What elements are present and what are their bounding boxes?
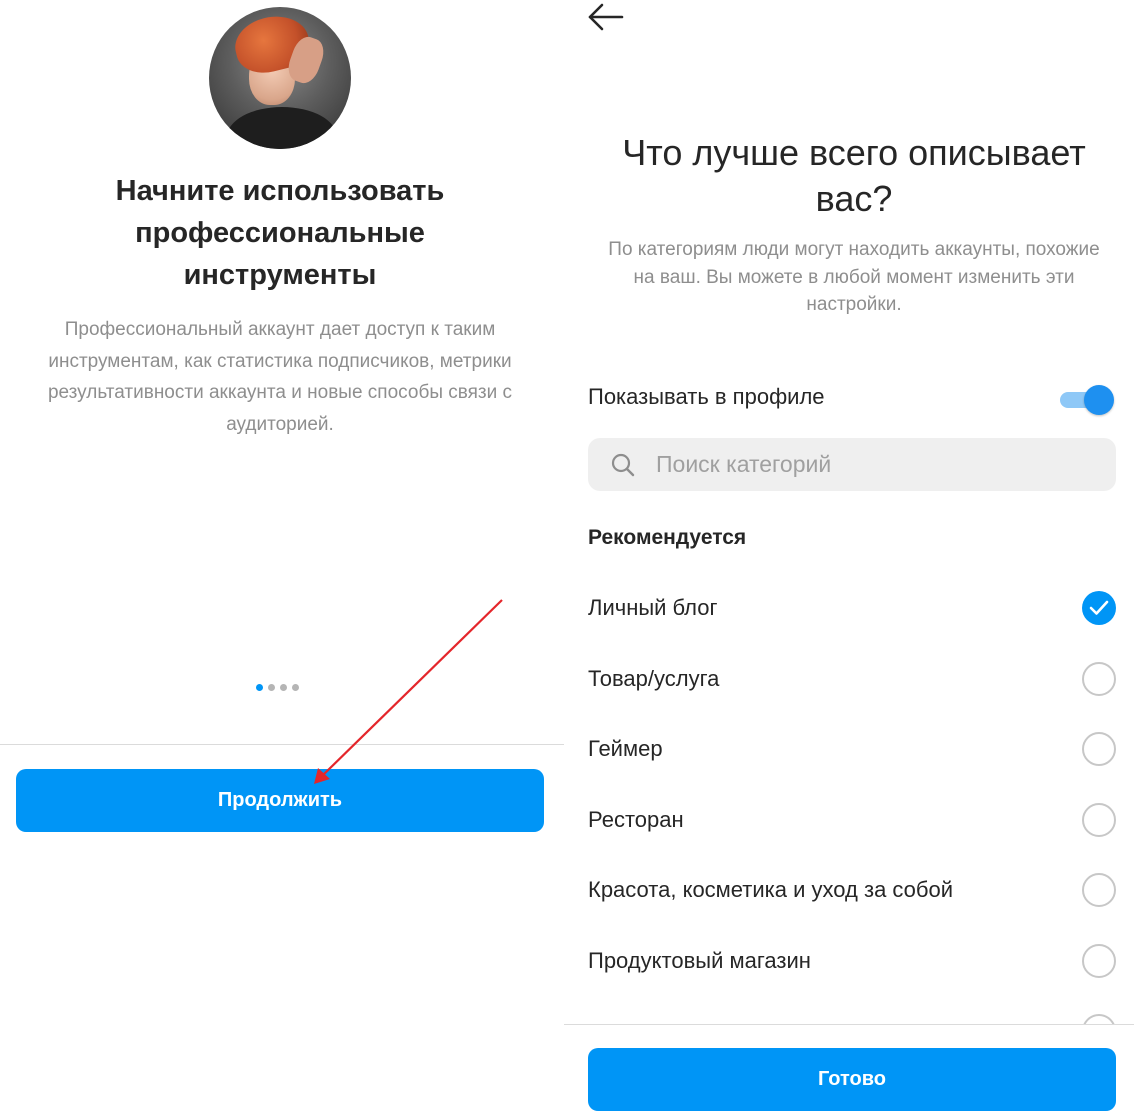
search-input[interactable] — [656, 451, 1116, 478]
category-label: Ресторан — [588, 806, 684, 832]
left-screen: Начните использовать профессиональные ин… — [0, 0, 564, 1120]
checkmark-icon — [1089, 600, 1109, 615]
done-button[interactable]: Готово — [588, 1048, 1116, 1111]
category-radio[interactable] — [1082, 732, 1116, 766]
profile-avatar — [209, 7, 351, 149]
category-radio[interactable] — [1082, 802, 1116, 837]
page-indicator — [256, 684, 306, 692]
toggle-knob — [1084, 385, 1114, 415]
page-dot-2[interactable] — [268, 684, 275, 691]
category-radio-checked[interactable] — [1082, 591, 1116, 625]
category-list: Личный блог Товар/услуга Геймер Ресторан… — [588, 573, 1118, 1024]
back-arrow-icon[interactable] — [586, 2, 626, 32]
divider — [564, 1024, 1134, 1025]
category-radio[interactable] — [1082, 873, 1116, 907]
show-in-profile-label: Показывать в профиле — [588, 384, 825, 409]
category-item[interactable]: Ресторан — [588, 785, 1118, 856]
page-dot-3[interactable] — [280, 684, 287, 691]
intro-title: Начните использовать профессиональные ин… — [115, 175, 445, 291]
category-title: Что лучше всего описывает вас? — [622, 132, 1086, 219]
intro-description: Профессиональный аккаунт дает доступ к т… — [47, 319, 513, 435]
category-radio[interactable] — [1082, 661, 1116, 696]
category-search-box[interactable] — [588, 438, 1116, 491]
category-label: Товар/услуга — [588, 665, 720, 691]
category-item[interactable]: Геймер — [588, 714, 1118, 785]
annotation-arrow-icon — [314, 599, 503, 784]
category-label: Геймер — [588, 736, 663, 762]
search-icon — [611, 453, 635, 476]
category-label: Продуктовый магазин — [588, 947, 811, 973]
category-radio[interactable] — [1082, 943, 1116, 978]
category-description: По категориям люди могут находить аккаун… — [608, 239, 1100, 315]
page-dot-4[interactable] — [292, 684, 299, 691]
avatar-shoulder — [227, 107, 337, 149]
category-item[interactable] — [588, 996, 1118, 1024]
recommended-heading: Рекомендуется — [588, 526, 747, 549]
category-radio[interactable] — [1082, 1014, 1116, 1024]
category-label: Красота, косметика и уход за собой — [588, 877, 954, 903]
category-item[interactable]: Продуктовый магазин — [588, 926, 1118, 997]
category-label: Личный блог — [588, 595, 718, 621]
show-in-profile-toggle[interactable] — [1060, 383, 1114, 415]
continue-button[interactable]: Продолжить — [16, 769, 544, 832]
category-item[interactable]: Красота, косметика и уход за собой — [588, 855, 1118, 926]
show-in-profile-row: Показывать в профиле — [588, 380, 1116, 416]
divider — [0, 744, 564, 745]
category-item[interactable]: Товар/услуга — [588, 644, 1118, 715]
category-item[interactable]: Личный блог — [588, 573, 1118, 644]
page-dot-1[interactable] — [256, 684, 263, 691]
right-screen: Что лучше всего описывает вас? По катего… — [564, 0, 1134, 1120]
